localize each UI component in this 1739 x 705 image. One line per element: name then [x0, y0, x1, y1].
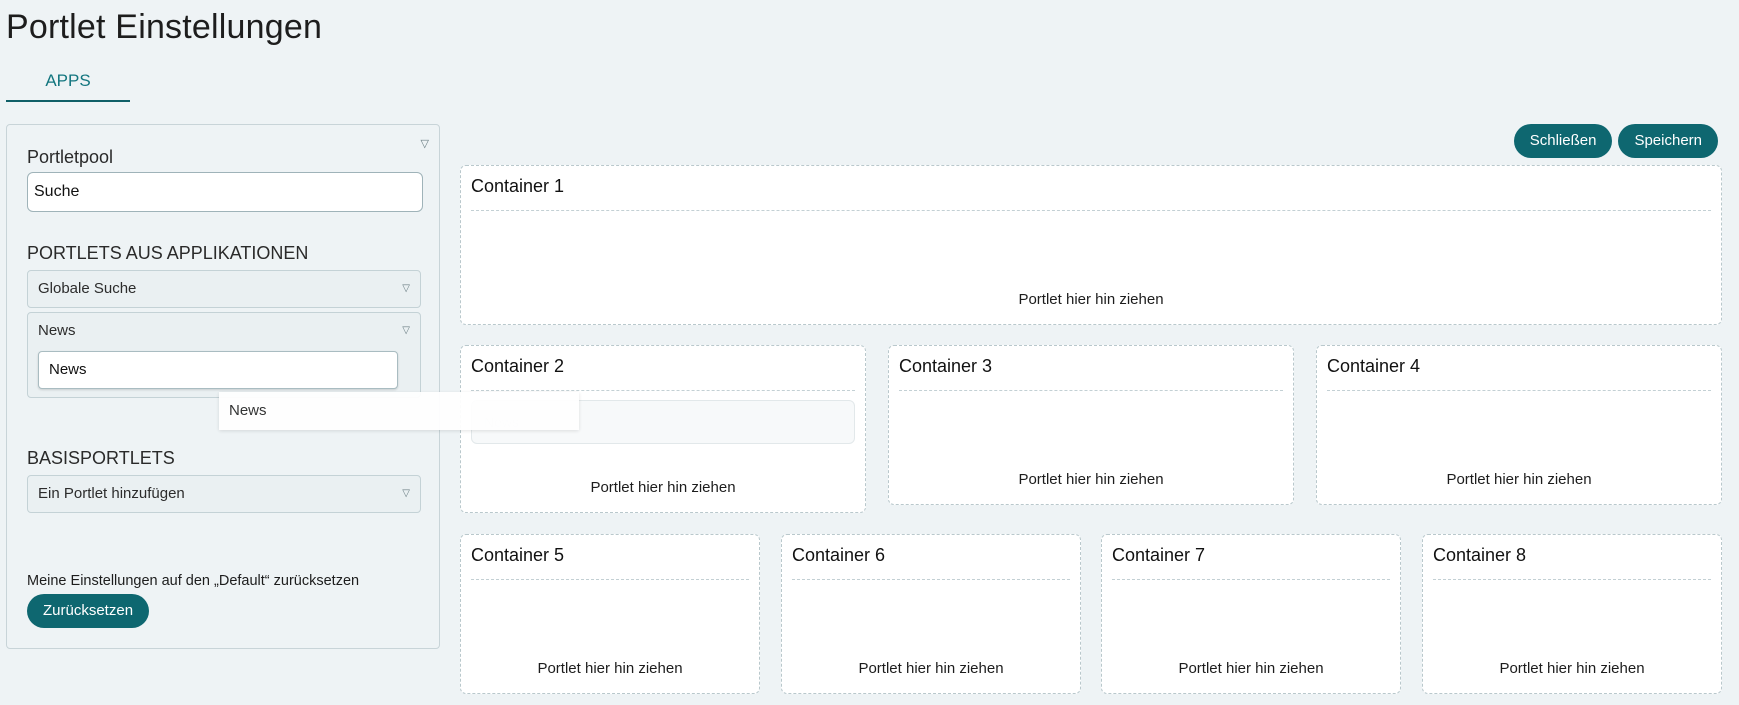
portlet-item-news[interactable]: News [38, 351, 398, 389]
ghost-portlet-label: News [484, 414, 520, 430]
container-title: Container 8 [1433, 545, 1527, 565]
drop-hint: Portlet hier hin ziehen [858, 660, 1004, 677]
page-title: Portlet Einstellungen [6, 8, 323, 46]
triangle-down-icon[interactable]: ▽ [402, 271, 410, 307]
search-input[interactable] [27, 172, 423, 212]
container-title: Container 2 [471, 356, 565, 376]
divider [471, 210, 1711, 211]
accordion-news[interactable]: News ▽ News [27, 312, 421, 398]
container-1[interactable]: Container 1 Portlet hier hin ziehen [460, 165, 1722, 325]
reset-button[interactable]: Zurücksetzen [27, 594, 150, 628]
container-6[interactable]: Container 6 Portlet hier hin ziehen [781, 534, 1081, 694]
triangle-down-icon[interactable]: ▽ [402, 313, 410, 349]
basisportlets-title: BASISPORTLETS [27, 448, 175, 468]
apps-section-title: PORTLETS AUS APPLIKATIONEN [27, 243, 309, 263]
add-portlet-dropdown[interactable]: Ein Portlet hinzufügen ▽ [27, 475, 421, 513]
close-button[interactable]: Schließen [1513, 124, 1613, 158]
portletpool-title: Portletpool [27, 147, 114, 167]
container-title: Container 6 [792, 545, 886, 565]
drop-hint: Portlet hier hin ziehen [590, 479, 736, 496]
panel-collapse-icon[interactable]: ▽ [421, 137, 429, 150]
drop-hint: Portlet hier hin ziehen [1499, 660, 1645, 677]
container-5[interactable]: Container 5 Portlet hier hin ziehen [460, 534, 760, 694]
reset-description: Meine Einstellungen auf den „Default“ zu… [27, 573, 360, 589]
container-title: Container 1 [471, 176, 565, 196]
container-title: Container 7 [1112, 545, 1206, 565]
divider [1327, 390, 1711, 391]
drop-hint: Portlet hier hin ziehen [1446, 471, 1592, 488]
drop-hint: Portlet hier hin ziehen [1018, 471, 1164, 488]
container-3[interactable]: Container 3 Portlet hier hin ziehen [888, 345, 1294, 505]
container-title: Container 4 [1327, 356, 1421, 376]
save-button[interactable]: Speichern [1618, 124, 1718, 158]
container-title: Container 3 [899, 356, 993, 376]
drop-hint: Portlet hier hin ziehen [1018, 291, 1164, 308]
container-8[interactable]: Container 8 Portlet hier hin ziehen [1422, 534, 1722, 694]
accordion-label: Globale Suche [38, 280, 137, 297]
tab-bar: APPS [6, 70, 130, 102]
divider [1433, 579, 1711, 580]
container-title: Container 5 [471, 545, 565, 565]
drop-hint: Portlet hier hin ziehen [1178, 660, 1324, 677]
divider [471, 390, 855, 391]
container-2[interactable]: Container 2 News Portlet hier hin ziehen [460, 345, 866, 513]
container-7[interactable]: Container 7 Portlet hier hin ziehen [1101, 534, 1401, 694]
portletpool-panel: ▽ Portletpool PORTLETS AUS APPLIKATIONEN… [6, 124, 440, 649]
divider [1112, 579, 1390, 580]
triangle-down-icon[interactable]: ▽ [402, 476, 410, 512]
action-buttons: Schließen Speichern [1513, 124, 1718, 158]
drop-hint: Portlet hier hin ziehen [537, 660, 683, 677]
accordion-label: News [38, 322, 76, 339]
divider [899, 390, 1283, 391]
divider [792, 579, 1070, 580]
container-4[interactable]: Container 4 Portlet hier hin ziehen [1316, 345, 1722, 505]
drop-placeholder: News [471, 400, 855, 444]
tab-apps[interactable]: APPS [6, 70, 130, 92]
divider [471, 579, 749, 580]
accordion-globale-suche[interactable]: Globale Suche ▽ [27, 270, 421, 308]
dropdown-label: Ein Portlet hinzufügen [38, 485, 185, 502]
